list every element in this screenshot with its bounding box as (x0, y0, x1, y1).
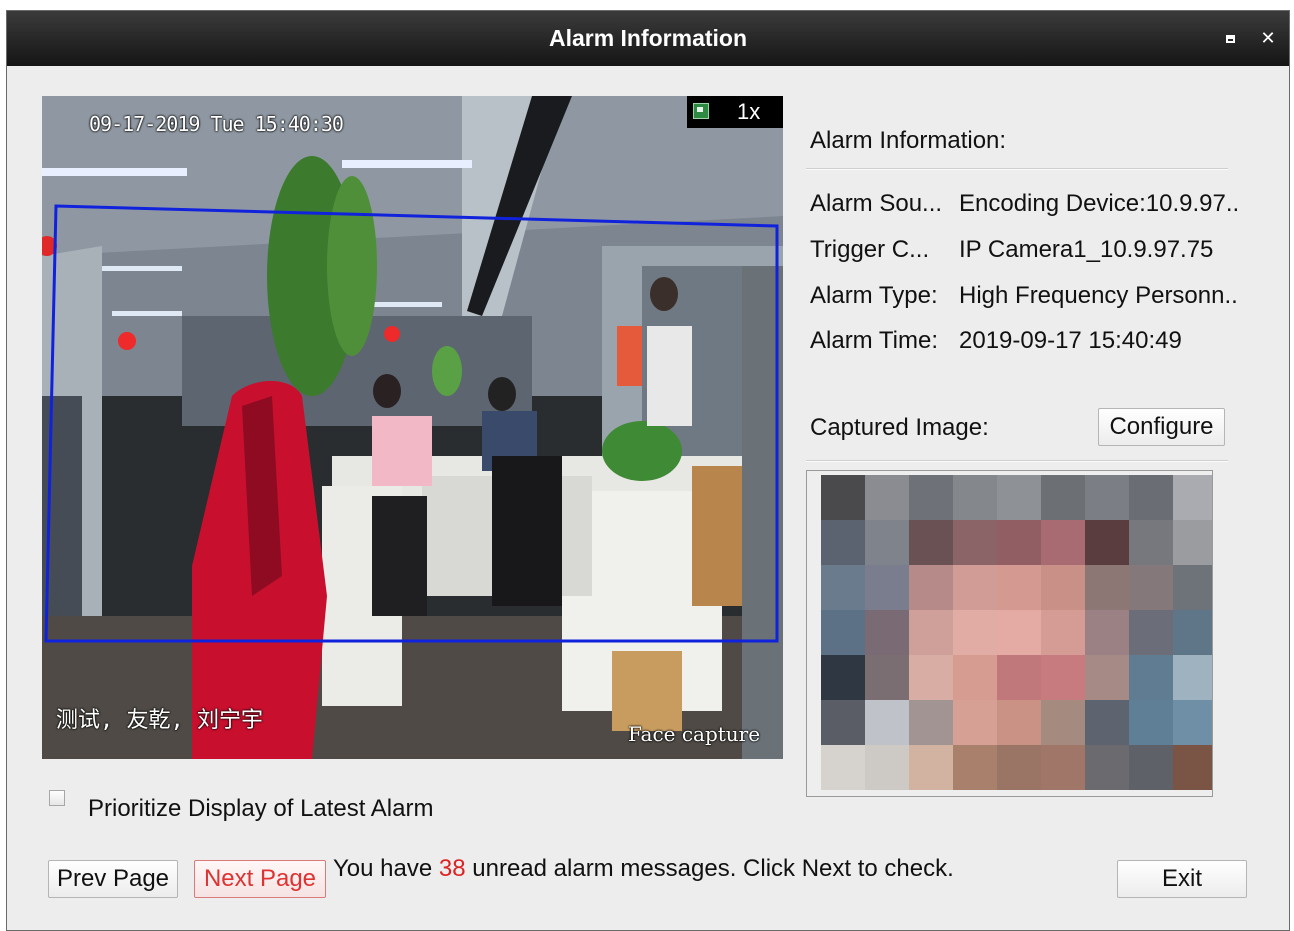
face-pixel (997, 565, 1041, 610)
face-pixel-grid (821, 475, 1212, 790)
face-pixel (1173, 520, 1212, 565)
face-pixel (909, 565, 953, 610)
face-pixel (1041, 655, 1085, 700)
face-pixel (1041, 520, 1085, 565)
face-pixel (1129, 700, 1173, 745)
face-pixel (953, 520, 997, 565)
face-pixel (909, 520, 953, 565)
alarm-source-label: Alarm Sou... (810, 190, 943, 217)
alarm-source-value: Encoding Device:10.9.97.. (959, 190, 1240, 217)
face-pixel (997, 475, 1041, 520)
captured-image-label: Captured Image: (810, 414, 989, 441)
status-suffix: unread alarm messages. Click Next to che… (465, 855, 954, 882)
face-pixel (1173, 565, 1212, 610)
face-pixel (865, 565, 909, 610)
face-pixel (953, 565, 997, 610)
face-pixel (953, 655, 997, 700)
face-pixel (997, 655, 1041, 700)
face-pixel (1129, 475, 1173, 520)
next-page-button[interactable]: Next Page (194, 860, 326, 898)
face-pixel (1129, 520, 1173, 565)
face-pixel (1041, 610, 1085, 655)
face-pixel (821, 700, 865, 745)
face-pixel (997, 745, 1041, 790)
face-pixel (1129, 655, 1173, 700)
face-pixel (1085, 655, 1129, 700)
alarm-video-view[interactable]: 09-17-2019 Tue 15:40:30 测试, 友乾, 刘宁宇 Face… (42, 96, 783, 759)
face-pixel (1041, 745, 1085, 790)
face-pixel (821, 475, 865, 520)
face-pixel (1129, 610, 1173, 655)
face-pixel (865, 475, 909, 520)
captured-divider (806, 460, 1228, 462)
face-pixel (865, 610, 909, 655)
face-pixel (997, 610, 1041, 655)
face-pixel (1085, 700, 1129, 745)
face-pixel (1173, 610, 1212, 655)
face-pixel (821, 520, 865, 565)
face-pixel (1085, 475, 1129, 520)
unread-status: You have 38 unread alarm messages. Click… (333, 855, 954, 883)
snapshot-icon[interactable] (693, 103, 709, 119)
unread-count: 38 (438, 855, 466, 882)
face-pixel (1173, 700, 1212, 745)
office-scene-image (42, 96, 783, 759)
face-pixel (1085, 565, 1129, 610)
exit-button[interactable]: Exit (1117, 860, 1247, 898)
alarm-time-label: Alarm Time: (810, 327, 939, 354)
face-pixel (865, 655, 909, 700)
face-pixel (865, 745, 909, 790)
alarm-info-heading: Alarm Information: (810, 127, 1007, 154)
alarm-type-label: Alarm Type: (810, 282, 938, 309)
zoom-level: 1x (737, 99, 761, 124)
face-pixel (1129, 745, 1173, 790)
face-pixel (1041, 565, 1085, 610)
title-bar[interactable]: Alarm Information ✕ (7, 11, 1289, 66)
alarm-time-value: 2019-09-17 15:40:49 (959, 327, 1182, 354)
face-pixel (865, 520, 909, 565)
face-pixel (909, 655, 953, 700)
face-pixel (953, 745, 997, 790)
configure-button[interactable]: Configure (1098, 408, 1225, 446)
prev-page-button[interactable]: Prev Page (48, 860, 178, 898)
face-pixel (1129, 565, 1173, 610)
close-icon[interactable]: ✕ (1257, 27, 1279, 49)
prioritize-checkbox[interactable] (49, 790, 65, 806)
face-pixel (821, 745, 865, 790)
trigger-camera-value: IP Camera1_10.9.97.75 (959, 236, 1214, 263)
face-pixel (821, 565, 865, 610)
face-pixel (821, 655, 865, 700)
face-pixel (953, 610, 997, 655)
face-pixel (1085, 610, 1129, 655)
face-pixel (953, 700, 997, 745)
status-prefix: You have (333, 855, 439, 882)
face-pixel (1085, 745, 1129, 790)
face-pixel (997, 700, 1041, 745)
face-pixel (997, 520, 1041, 565)
video-overlay-capture: Face capture (628, 722, 761, 746)
face-pixel (909, 700, 953, 745)
maximize-icon[interactable] (1219, 27, 1241, 49)
video-timestamp: 09-17-2019 Tue 15:40:30 (89, 112, 344, 136)
face-pixel (1173, 745, 1212, 790)
face-pixel (1041, 700, 1085, 745)
face-pixel (1041, 475, 1085, 520)
face-pixel (953, 475, 997, 520)
face-pixel (1173, 475, 1212, 520)
zoom-indicator: 1x (687, 96, 783, 128)
captured-face-image (806, 470, 1213, 797)
face-pixel (909, 745, 953, 790)
video-overlay-name: 测试, 友乾, 刘宁宇 (56, 708, 263, 733)
face-pixel (1085, 520, 1129, 565)
face-pixel (821, 610, 865, 655)
face-pixel (865, 700, 909, 745)
face-pixel (909, 610, 953, 655)
face-pixel (909, 475, 953, 520)
alarm-info-divider (806, 168, 1228, 170)
window-title: Alarm Information (548, 25, 748, 51)
alarm-type-value: High Frequency Personn.. (959, 282, 1238, 309)
trigger-camera-label: Trigger C... (810, 236, 930, 263)
prioritize-label: Prioritize Display of Latest Alarm (88, 795, 434, 822)
face-pixel (1173, 655, 1212, 700)
